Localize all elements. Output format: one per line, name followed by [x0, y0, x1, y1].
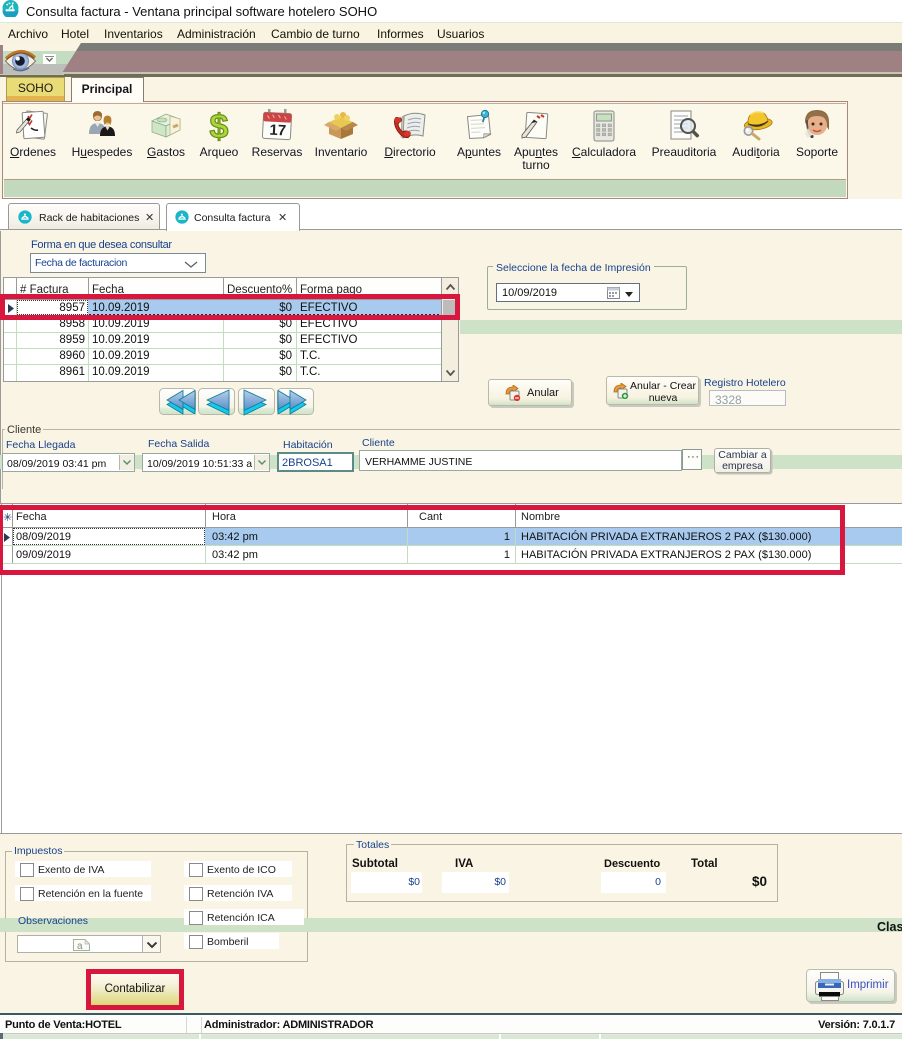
- svg-text:$: $: [210, 108, 229, 144]
- svg-text:17: 17: [269, 122, 287, 140]
- svg-text:a: a: [77, 941, 83, 951]
